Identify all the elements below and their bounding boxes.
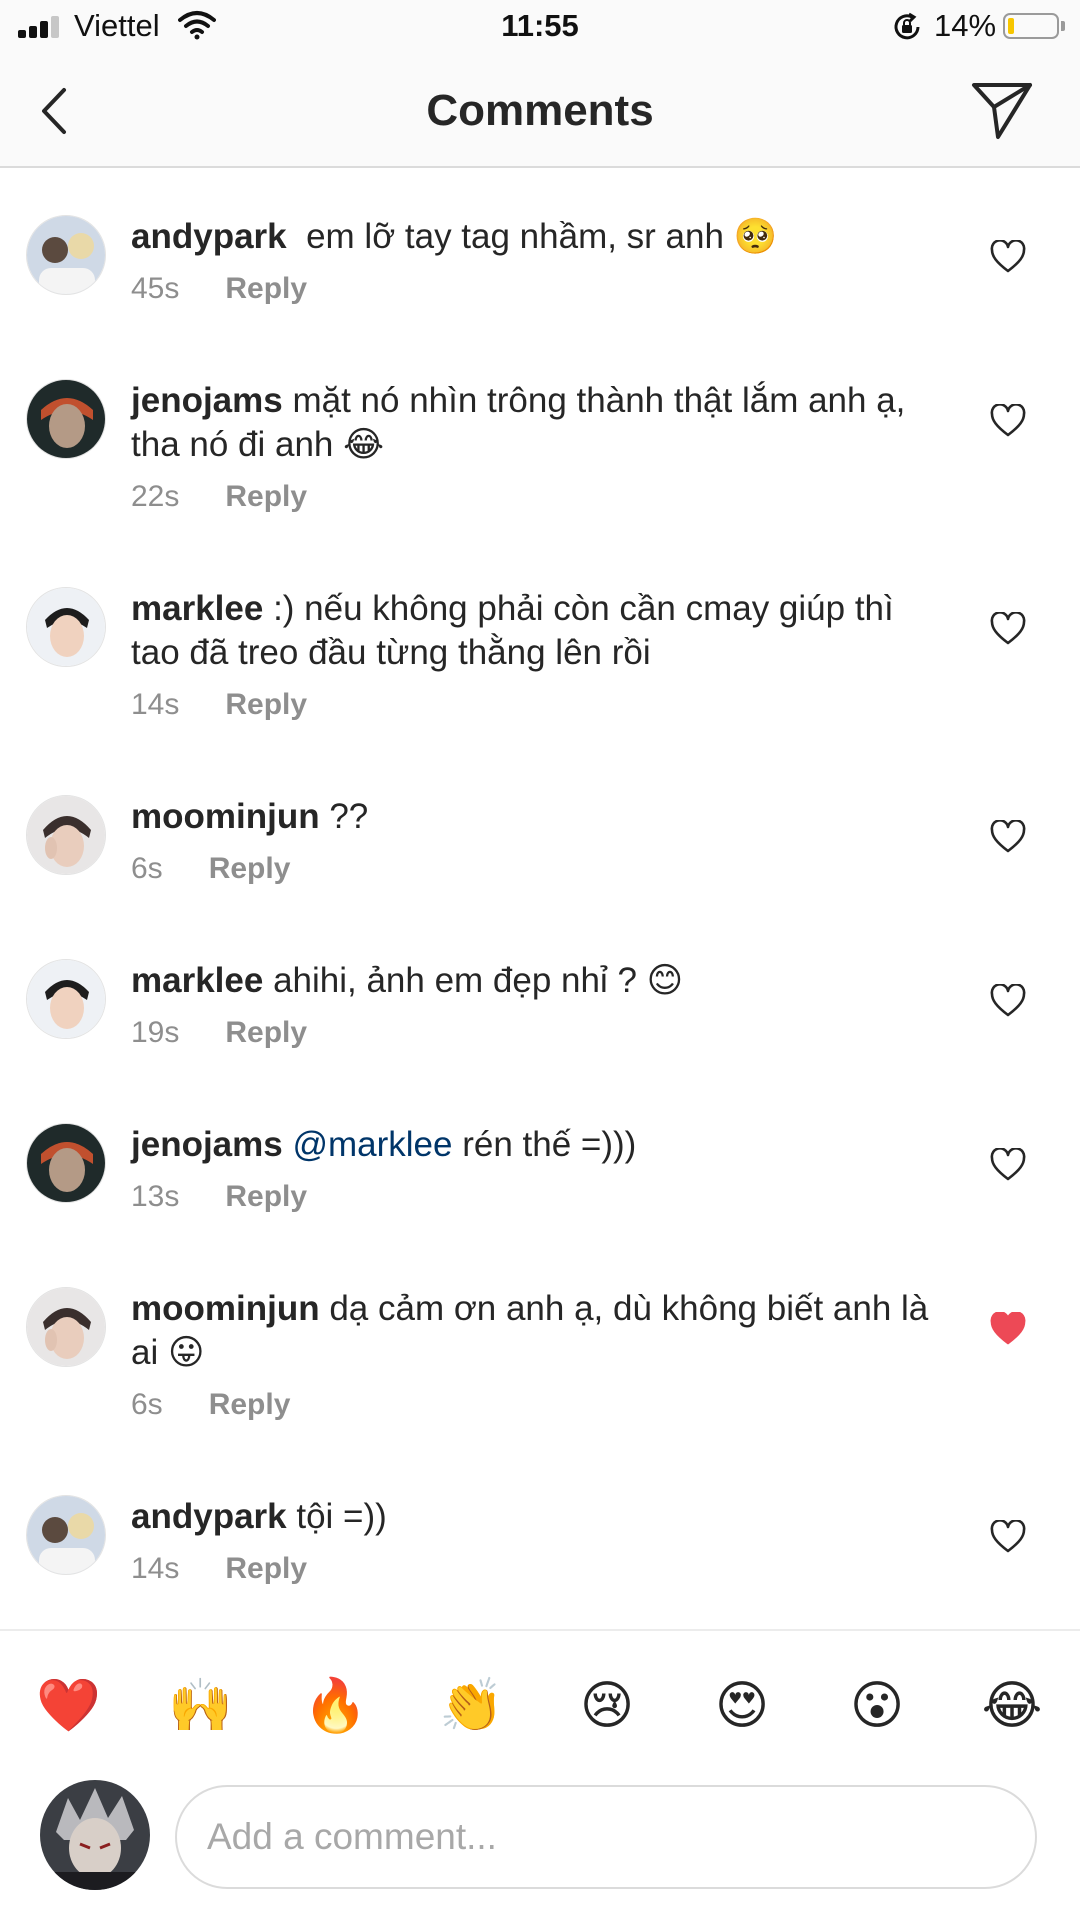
comment-meta: 45s Reply	[131, 272, 307, 306]
reaction-surprised-face[interactable]: 😮	[845, 1674, 909, 1738]
emoji-reaction-bar: ❤️ 🙌 🔥 👏 😢 😍 😮 😂	[0, 1629, 1080, 1774]
reaction-clapping-hands[interactable]: 👏	[439, 1674, 504, 1738]
comment-time: 14s	[131, 688, 180, 721]
comment-time: 22s	[131, 480, 180, 513]
heart-icon[interactable]	[990, 984, 1026, 1018]
reaction-heart[interactable]: ❤️	[36, 1674, 101, 1738]
heart-icon[interactable]	[990, 820, 1026, 854]
page-title: Comments	[426, 86, 654, 135]
avatar[interactable]	[26, 959, 106, 1039]
heart-icon[interactable]	[990, 612, 1026, 646]
comment-username[interactable]: moominjun	[131, 1289, 320, 1328]
comment-time: 13s	[131, 1180, 180, 1213]
avatar[interactable]	[26, 795, 106, 875]
avatar[interactable]	[26, 1495, 106, 1575]
status-bar: Viettel 11:55 14%	[0, 0, 1080, 56]
comment-meta: 14s Reply	[131, 688, 307, 722]
comment-meta: 22s Reply	[131, 480, 307, 514]
orientation-lock-icon	[894, 12, 920, 40]
comment-username[interactable]: jenojams	[131, 1125, 283, 1164]
comment-time: 19s	[131, 1016, 180, 1049]
reaction-raised-hands[interactable]: 🙌	[168, 1674, 233, 1738]
comment-item: moominjun dạ cảm ơn anh ạ, dù không biết…	[0, 1240, 1080, 1430]
paper-plane-icon[interactable]	[970, 79, 1034, 141]
comment-item: andypark em lỡ tay tag nhầm, sr anh 🥺 45…	[0, 168, 1080, 318]
comment-text: andypark em lỡ tay tag nhầm, sr anh 🥺	[131, 215, 951, 259]
comment-username[interactable]: andypark	[131, 217, 287, 256]
comment-username[interactable]: andypark	[131, 1497, 287, 1536]
comment-text: moominjun dạ cảm ơn anh ạ, dù không biết…	[131, 1287, 951, 1375]
comment-body: ahihi, ảnh em đẹp nhỉ ? 😊	[273, 961, 684, 1000]
heart-icon[interactable]	[990, 404, 1026, 438]
reply-button[interactable]: Reply	[209, 1388, 291, 1421]
comment-meta: 14s Reply	[131, 1552, 307, 1586]
battery-tip	[1061, 21, 1065, 31]
header: Comments	[0, 56, 1080, 168]
reaction-fire[interactable]: 🔥	[303, 1674, 368, 1738]
avatar[interactable]	[26, 1287, 106, 1367]
reply-button[interactable]: Reply	[225, 1016, 307, 1049]
avatar[interactable]	[26, 215, 106, 295]
reaction-crying-face[interactable]: 😢	[575, 1674, 639, 1738]
comment-meta: 6s Reply	[131, 852, 290, 886]
comment-item: jenojams @marklee rén thế =))) 13s Reply	[0, 1076, 1080, 1226]
heart-filled-icon[interactable]	[990, 1312, 1026, 1346]
avatar[interactable]	[26, 379, 106, 459]
comment-username[interactable]: marklee	[131, 961, 263, 1000]
comment-username[interactable]: moominjun	[131, 797, 320, 836]
reply-button[interactable]: Reply	[225, 272, 307, 305]
current-user-avatar	[40, 1780, 150, 1890]
comment-meta: 19s Reply	[131, 1016, 307, 1050]
heart-icon[interactable]	[990, 1148, 1026, 1182]
reaction-heart-eyes[interactable]: 😍	[710, 1674, 774, 1738]
comment-item: marklee ahihi, ảnh em đẹp nhỉ ? 😊 19s Rep…	[0, 912, 1080, 1062]
reply-button[interactable]: Reply	[225, 688, 307, 721]
comment-body: em lỡ tay tag nhầm, sr anh 🥺	[306, 217, 778, 256]
reaction-tears-of-joy[interactable]: 😂	[980, 1674, 1044, 1738]
avatar[interactable]	[26, 1123, 106, 1203]
comment-time: 14s	[131, 1552, 180, 1585]
comment-username[interactable]: jenojams	[131, 381, 283, 420]
battery-icon	[1003, 13, 1059, 39]
comment-item: moominjun ?? 6s Reply	[0, 748, 1080, 898]
comments-list: andypark em lỡ tay tag nhầm, sr anh 🥺 45…	[0, 168, 1080, 1628]
comment-meta: 13s Reply	[131, 1180, 307, 1214]
comment-body: tội =))	[296, 1497, 387, 1536]
comment-input[interactable]	[175, 1785, 1037, 1889]
comment-text: marklee ahihi, ảnh em đẹp nhỉ ? 😊	[131, 959, 951, 1003]
comment-text: moominjun ??	[131, 795, 951, 839]
comment-time: 6s	[131, 852, 163, 885]
comment-body: ??	[329, 797, 369, 836]
comment-mention[interactable]: @marklee	[292, 1125, 452, 1164]
comment-item: marklee :) nếu không phải còn cần cmay g…	[0, 540, 1080, 730]
battery-percent: 14%	[934, 8, 997, 43]
reply-button[interactable]: Reply	[225, 480, 307, 513]
reply-button[interactable]: Reply	[225, 1552, 307, 1585]
comment-text: jenojams @marklee rén thế =)))	[131, 1123, 951, 1167]
avatar[interactable]	[26, 587, 106, 667]
comment-body: rén thế =)))	[462, 1125, 637, 1164]
comment-username[interactable]: marklee	[131, 589, 263, 628]
reply-button[interactable]: Reply	[209, 852, 291, 885]
comment-composer	[0, 1772, 1080, 1920]
comment-meta: 6s Reply	[131, 1388, 290, 1422]
comment-item: jenojams mặt nó nhìn trông thành thật lắ…	[0, 332, 1080, 522]
reply-button[interactable]: Reply	[225, 1180, 307, 1213]
comment-text: marklee :) nếu không phải còn cần cmay g…	[131, 587, 951, 675]
heart-icon[interactable]	[990, 240, 1026, 274]
heart-icon[interactable]	[990, 1520, 1026, 1554]
comment-text: andypark tội =))	[131, 1495, 951, 1539]
battery-level	[1008, 18, 1014, 34]
comment-item: andypark tội =)) 14s Reply	[0, 1448, 1080, 1598]
comment-time: 45s	[131, 272, 180, 305]
comment-text: jenojams mặt nó nhìn trông thành thật lắ…	[131, 379, 951, 467]
comment-time: 6s	[131, 1388, 163, 1421]
